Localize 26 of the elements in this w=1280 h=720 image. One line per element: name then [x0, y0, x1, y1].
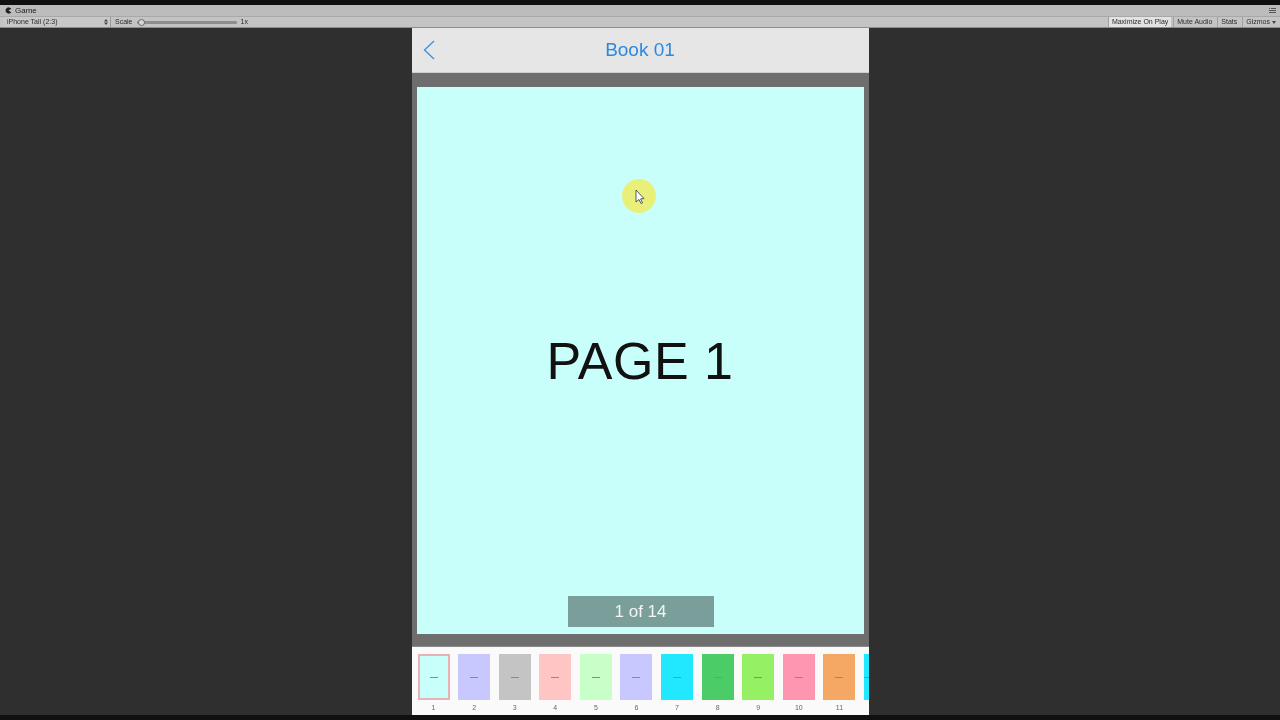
up-down-arrows-icon	[104, 19, 108, 25]
page-thumbnail[interactable]	[701, 654, 734, 700]
page-thumbnail[interactable]	[742, 654, 775, 700]
page-thumbnail[interactable]	[620, 654, 653, 700]
back-button[interactable]	[422, 40, 435, 60]
chevron-left-icon	[422, 40, 435, 60]
slider-thumb[interactable]	[138, 18, 146, 26]
page-thumbnail[interactable]	[579, 654, 612, 700]
page-thumbnail[interactable]	[661, 654, 694, 700]
game-view-icon	[5, 7, 12, 14]
menu-icon[interactable]	[1269, 8, 1276, 13]
tab-label[interactable]: Game	[15, 6, 37, 15]
page-indicator: 1 of 14	[567, 596, 714, 627]
page-thumbnail[interactable]	[539, 654, 572, 700]
page-thumbnail[interactable]	[458, 654, 491, 700]
caret-icon	[1272, 20, 1276, 24]
book-page[interactable]: PAGE 1 1 of 14	[416, 87, 864, 634]
page-thumbnail[interactable]	[417, 654, 450, 700]
page-thumbnail[interactable]	[864, 654, 869, 700]
page-thumbnail[interactable]	[782, 654, 815, 700]
page-thumbnail[interactable]	[823, 654, 856, 700]
cursor-highlight-icon	[621, 179, 656, 213]
book-title: Book 01	[605, 39, 675, 61]
page-title: PAGE 1	[546, 330, 734, 391]
scale-slider[interactable]	[136, 20, 237, 24]
page-thumbnail[interactable]	[498, 654, 531, 700]
